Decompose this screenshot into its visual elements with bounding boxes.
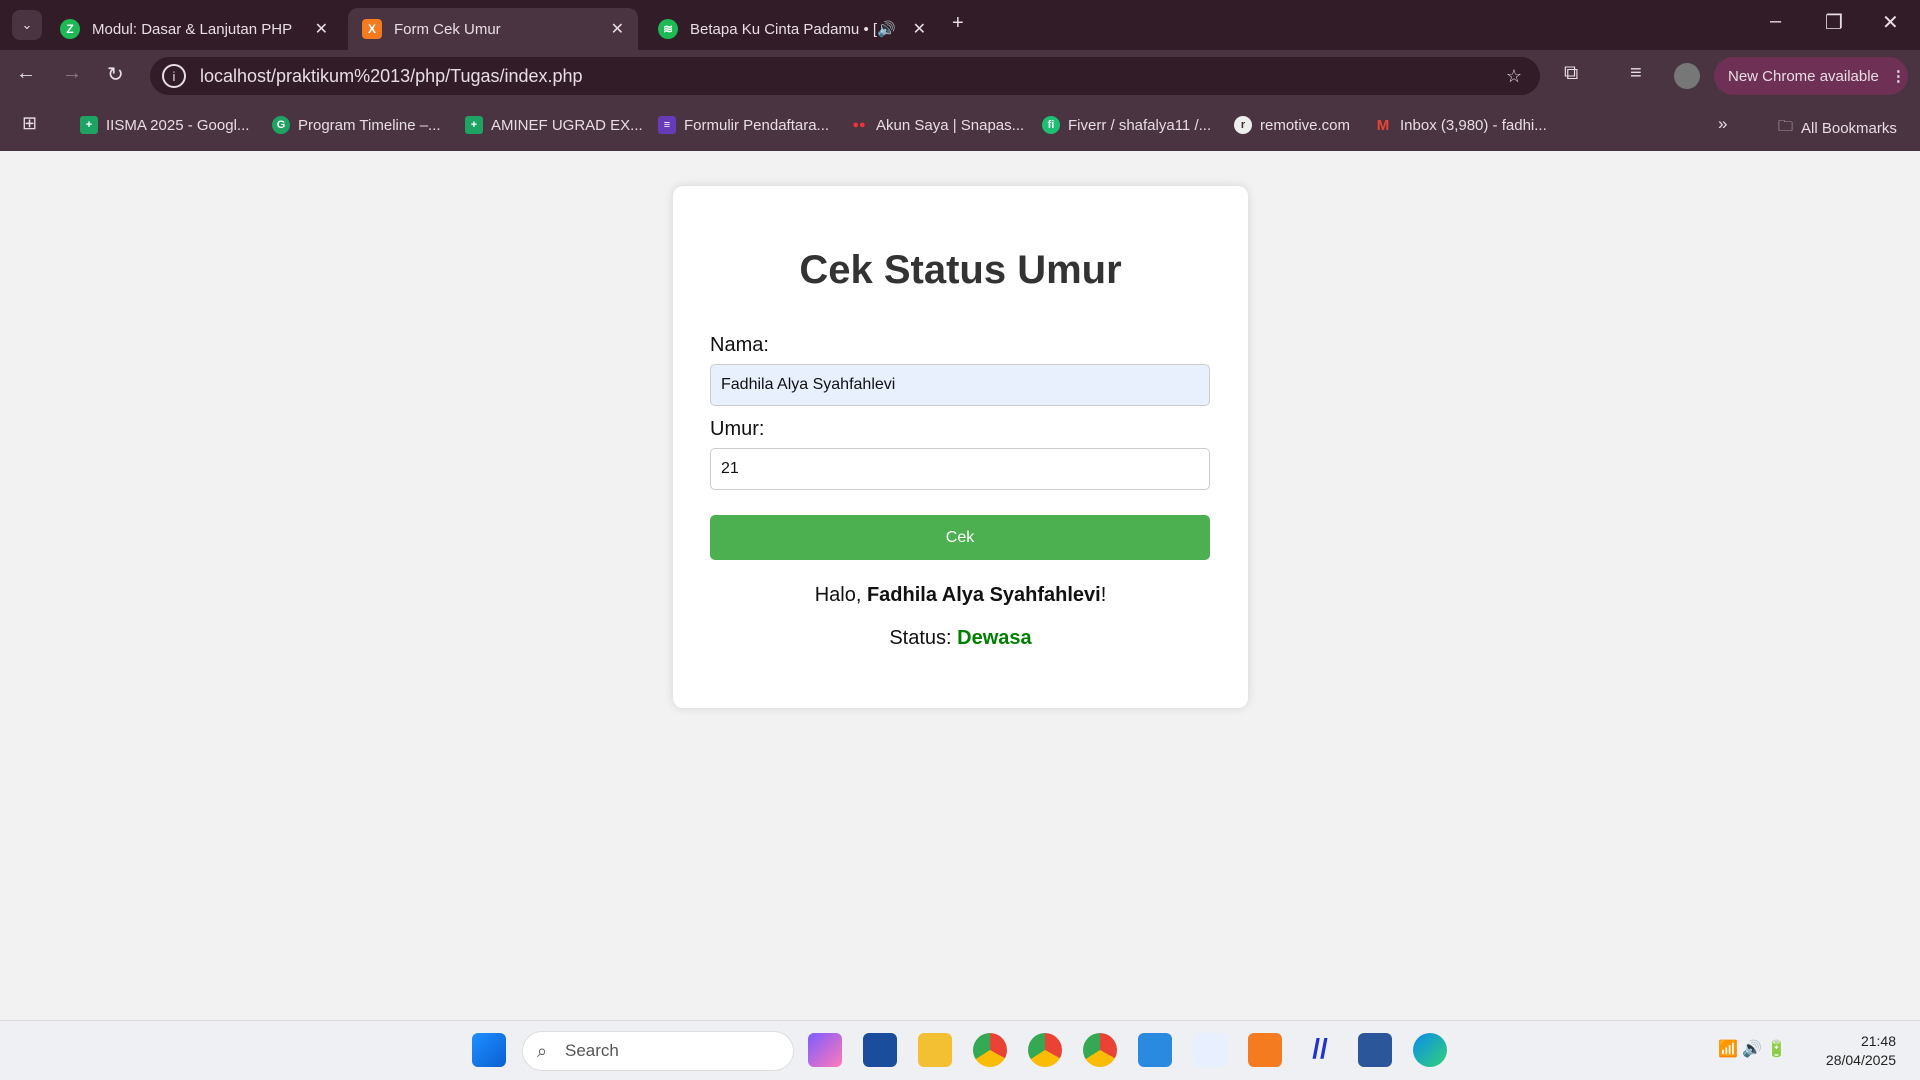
toolbar: ← → ↻ i localhost/praktikum%2013/php/Tug… xyxy=(0,50,1920,102)
address-bar[interactable]: i localhost/praktikum%2013/php/Tugas/ind… xyxy=(150,57,1540,95)
bookmark-item[interactable]: fi Fiverr / shafalya11 /... xyxy=(1042,116,1211,134)
word-icon[interactable] xyxy=(1358,1033,1392,1067)
star-icon[interactable]: ☆ xyxy=(1506,66,1522,87)
store-icon[interactable] xyxy=(863,1033,897,1067)
greeting-name: Fadhila Alya Syahfahlevi xyxy=(866,584,1101,606)
all-bookmarks-label: All Bookmarks xyxy=(1801,120,1897,137)
tab-spotify[interactable]: ≋ Betapa Ku Cinta Padamu • [🔊 ✕ xyxy=(644,8,940,50)
all-bookmarks[interactable]: 🗀 All Bookmarks xyxy=(1778,116,1897,141)
bookmark-item[interactable]: ●● Akun Saya | Snapas... xyxy=(850,116,1024,134)
chrome-profile-icon[interactable] xyxy=(1028,1033,1062,1067)
taskbar: ⌕ Search // 📶 🔊 🔋 21:48 28/04/2025 xyxy=(0,1020,1920,1080)
fiverr-icon: fi xyxy=(1042,116,1060,134)
bookmarks-bar: ⊞ + IISMA 2025 - Googl... G Program Timeli… xyxy=(0,102,1920,151)
tab-modul[interactable]: Z Modul: Dasar & Lanjutan PHP ✕ xyxy=(46,8,342,50)
snapask-icon: ●● xyxy=(852,119,866,131)
windows-start-icon[interactable] xyxy=(472,1033,506,1067)
bookmark-label: AMINEF UGRAD EX... xyxy=(491,116,643,134)
menu-icon: ⋮ xyxy=(1890,68,1906,85)
gmail-icon: M xyxy=(1376,116,1390,134)
chrome-profile2-icon[interactable] xyxy=(1083,1033,1117,1067)
bookmark-label: Program Timeline –... xyxy=(298,116,441,134)
status-line: Status: Dewasa xyxy=(673,627,1248,650)
site-info-icon[interactable]: i xyxy=(162,64,186,88)
bookmark-label: Fiverr / shafalya11 /... xyxy=(1068,116,1212,134)
spotify-icon: ≋ xyxy=(658,19,678,39)
close-window-icon[interactable]: ✕ xyxy=(1882,10,1899,35)
bookmark-label: Inbox (3,980) - fadhi... xyxy=(1400,116,1547,134)
tab-title: Modul: Dasar & Lanjutan PHP xyxy=(92,20,293,38)
app-icon[interactable] xyxy=(1193,1033,1227,1067)
page-title: Cek Status Umur xyxy=(799,248,1122,292)
new-chrome-button[interactable]: New Chrome available ⋮ xyxy=(1714,57,1908,95)
name-input[interactable] xyxy=(710,364,1210,406)
z-icon: Z xyxy=(60,19,80,39)
forward-icon[interactable]: → xyxy=(62,62,82,85)
remotive-icon: r xyxy=(1234,116,1252,134)
new-tab-icon[interactable]: + xyxy=(952,12,964,35)
chrome-icon[interactable] xyxy=(973,1033,1007,1067)
time: 21:48 xyxy=(1860,1033,1896,1049)
vscode-icon[interactable] xyxy=(1138,1033,1172,1067)
tab-title: Betapa Ku Cinta Padamu • [ xyxy=(690,20,878,38)
bookmark-label: Akun Saya | Snapas... xyxy=(876,116,1025,134)
slash-app-icon[interactable]: // xyxy=(1303,1033,1337,1067)
search-label: Search xyxy=(565,1041,619,1060)
tray-icons[interactable]: 📶 🔊 🔋 xyxy=(1718,1039,1787,1059)
age-label: Umur: xyxy=(710,418,765,440)
bookmark-item[interactable]: r remotive.com xyxy=(1234,116,1350,134)
reload-icon[interactable]: ↻ xyxy=(107,62,124,87)
url-text[interactable]: localhost/praktikum%2013/php/Tugas/index… xyxy=(200,66,583,87)
tab-form-cek-umur[interactable]: X Form Cek Umur ✕ xyxy=(348,8,638,50)
age-input[interactable] xyxy=(710,448,1210,490)
greeting: Halo, Fadhila Alya Syahfahlevi! xyxy=(673,584,1248,607)
bookmark-item[interactable]: G Program Timeline –... xyxy=(272,116,441,134)
greeting-suffix: ! xyxy=(1100,584,1107,606)
more-bookmarks-icon[interactable]: » xyxy=(1718,114,1727,134)
name-label: Nama: xyxy=(710,334,769,356)
tab-bar: ⌄ Z Modul: Dasar & Lanjutan PHP ✕ X Form Ce… xyxy=(0,0,1920,50)
folder-icon: 🗀 xyxy=(1778,118,1794,135)
media-icon[interactable]: ≡ xyxy=(1630,62,1642,85)
taskbar-search[interactable]: ⌕ Search xyxy=(522,1031,794,1071)
back-icon[interactable]: ← xyxy=(16,62,36,85)
xampp-taskbar-icon[interactable] xyxy=(1248,1033,1282,1067)
bookmark-item[interactable]: ≡ Formulir Pendaftara... xyxy=(658,116,829,134)
minimize-icon[interactable]: – xyxy=(1770,10,1781,33)
bookmark-label: Formulir Pendaftara... xyxy=(684,116,830,134)
copilot-icon[interactable] xyxy=(808,1033,842,1067)
search-icon: ⌕ xyxy=(537,1040,548,1061)
restore-icon[interactable]: ❐ xyxy=(1825,10,1843,35)
clock[interactable]: 21:48 28/04/2025 xyxy=(1826,1032,1896,1070)
speaker-icon[interactable]: 🔊 xyxy=(877,20,896,38)
form-card: Cek Status Umur Nama: Umur: Cek Halo, Fa… xyxy=(673,186,1248,708)
extensions-icon[interactable]: ⧉ xyxy=(1564,62,1578,85)
xampp-icon: X xyxy=(362,19,382,39)
sheets-icon: + xyxy=(465,116,483,134)
bookmark-item[interactable]: M Inbox (3,980) - fadhi... xyxy=(1374,116,1547,134)
bookmark-label: IISMA 2025 - Googl... xyxy=(106,116,250,134)
status-label: Status: xyxy=(889,627,958,649)
date: 28/04/2025 xyxy=(1825,1052,1896,1068)
status-value: Dewasa xyxy=(957,627,1032,649)
tab-title: Form Cek Umur xyxy=(394,20,501,38)
apps-grid-icon[interactable]: ⊞ xyxy=(22,113,37,134)
g-icon: G xyxy=(272,116,290,134)
update-label: New Chrome available xyxy=(1728,67,1879,85)
bookmark-label: remotive.com xyxy=(1260,116,1351,134)
tab-search-chevron-icon[interactable]: ⌄ xyxy=(12,10,42,40)
close-icon[interactable]: ✕ xyxy=(315,19,328,39)
bookmark-item[interactable]: + AMINEF UGRAD EX... xyxy=(465,116,643,134)
bookmark-item[interactable]: + IISMA 2025 - Googl... xyxy=(80,116,249,134)
close-icon[interactable]: ✕ xyxy=(611,19,624,39)
close-icon[interactable]: ✕ xyxy=(913,19,926,39)
edge-icon[interactable] xyxy=(1413,1033,1447,1067)
forms-icon: ≡ xyxy=(658,116,676,134)
profile-avatar[interactable] xyxy=(1674,63,1700,89)
greeting-prefix: Halo, xyxy=(814,584,867,606)
file-explorer-icon[interactable] xyxy=(918,1033,952,1067)
cek-button[interactable]: Cek xyxy=(710,515,1210,560)
sheets-icon: + xyxy=(80,116,98,134)
